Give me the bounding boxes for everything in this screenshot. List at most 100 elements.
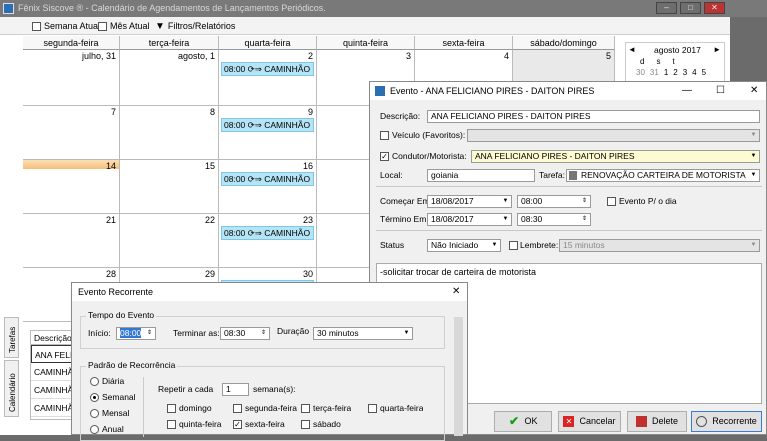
description-input[interactable]: ANA FELICIANO PIRES - DAITON PIRES xyxy=(427,110,760,123)
day-checkbox[interactable]: ✓ xyxy=(233,420,242,429)
appointment[interactable]: 08:00 ⟳⇒ CAMINHÃO xyxy=(221,226,314,240)
pattern-radio[interactable] xyxy=(90,425,99,434)
status-value: Não Iniciado xyxy=(431,240,479,250)
driver-checkbox[interactable]: ✓ xyxy=(380,152,389,161)
end-date-input[interactable]: 18/08/2017 ▼ xyxy=(427,213,512,226)
mini-day[interactable]: 30 xyxy=(636,68,645,77)
ok-button[interactable]: ✔ OK xyxy=(494,411,552,432)
start-time-input[interactable]: 08:00 ⇕ xyxy=(116,327,156,340)
allday-checkbox[interactable] xyxy=(607,197,616,206)
scrollbar[interactable] xyxy=(454,317,463,436)
app-icon xyxy=(375,86,385,96)
mini-day[interactable]: 3 xyxy=(683,68,687,77)
day-number: 30 xyxy=(302,269,313,279)
day-checkbox[interactable] xyxy=(368,404,377,413)
appointment[interactable]: 08:00 ⟳⇒ CAMINHÃO xyxy=(221,62,314,76)
end-time-input[interactable]: 08:30 ⇕ xyxy=(220,327,270,340)
mini-week-row: 30 31 1 2 3 4 5 xyxy=(636,68,706,77)
weeks-label: semana(s): xyxy=(253,384,296,394)
minimize-icon[interactable]: — xyxy=(682,82,692,100)
calendar-day-cell[interactable]: agosto, 1 xyxy=(120,50,219,106)
close-icon[interactable]: ✕ xyxy=(750,82,758,100)
task-select[interactable]: RENOVAÇÃO CARTEIRA DE MOTORISTA ▼ xyxy=(566,169,760,182)
pattern-radio[interactable] xyxy=(90,377,99,386)
mini-next[interactable]: ► xyxy=(713,45,721,54)
start-date-input[interactable]: 18/08/2017 ▼ xyxy=(427,195,512,208)
reminder-checkbox[interactable] xyxy=(509,241,518,250)
mini-day-letter: t xyxy=(672,57,675,66)
maximize-icon[interactable]: ☐ xyxy=(716,82,725,100)
calendar-day-cell[interactable]: 9 08:00 ⟳⇒ CAMINHÃO xyxy=(219,106,317,160)
end-time-input[interactable]: 08:30 ⇕ xyxy=(517,213,591,226)
pattern-group-label: Padrão de Recorrência xyxy=(86,360,178,370)
calendar-day-cell[interactable]: 14 xyxy=(23,160,120,214)
delete-button[interactable]: Delete xyxy=(627,411,687,432)
spinner-icon: ⇕ xyxy=(581,198,588,204)
calendar-day-cell[interactable]: 21 xyxy=(23,214,120,268)
task-label: Tarefa: xyxy=(539,170,565,180)
mini-day[interactable]: 2 xyxy=(673,68,677,77)
close-icon[interactable]: ✕ xyxy=(452,283,460,301)
location-input[interactable]: goiania xyxy=(427,169,535,182)
pattern-group: Padrão de Recorrência Diária Semanal Mensa… xyxy=(80,360,445,441)
repeat-input[interactable]: 1 xyxy=(222,383,249,396)
tab-tasks[interactable]: Tarefas xyxy=(4,317,19,358)
status-select[interactable]: Não Iniciado ▼ xyxy=(427,239,501,252)
chevron-down-icon: ▼ xyxy=(502,198,509,204)
mini-day[interactable]: 4 xyxy=(692,68,696,77)
calendar-day-cell[interactable]: 23 08:00 ⟳⇒ CAMINHÃO xyxy=(219,214,317,268)
calendar-day-cell[interactable]: 15 xyxy=(120,160,219,214)
calendar-day-cell[interactable]: 22 xyxy=(120,214,219,268)
calendar-day-cell[interactable]: 2 08:00 ⟳⇒ CAMINHÃO xyxy=(219,50,317,106)
mini-calendar-title: agosto 2017 xyxy=(654,45,701,55)
tab-calendar[interactable]: Calendário xyxy=(4,360,19,417)
current-month-button[interactable]: Mês Atual xyxy=(98,20,150,33)
list-item[interactable]: CAMINHÃO xyxy=(31,381,73,399)
calendar-day-cell[interactable]: 16 08:00 ⟳⇒ CAMINHÃO xyxy=(219,160,317,214)
day-number: 3 xyxy=(405,51,411,61)
minimize-button[interactable]: – xyxy=(656,2,677,14)
start-time-input[interactable]: 08:00 ⇕ xyxy=(517,195,591,208)
list-item[interactable]: CAMINHÃO xyxy=(31,399,73,417)
day-checkbox[interactable] xyxy=(167,404,176,413)
day-checkbox[interactable] xyxy=(233,404,242,413)
reminder-select[interactable]: 15 minutos ▼ xyxy=(559,239,760,252)
chevron-down-icon: ▼ xyxy=(502,216,509,222)
day-header: terça-feira xyxy=(120,36,219,50)
recurring-button[interactable]: Recorrente xyxy=(691,411,762,432)
start-label: Início: xyxy=(88,328,111,338)
filters-label: Filtros/Relatórios xyxy=(167,21,236,31)
day-checkbox[interactable] xyxy=(167,420,176,429)
pattern-radio[interactable] xyxy=(90,409,99,418)
appointment-time: 08:00 xyxy=(224,64,246,74)
duration-select[interactable]: 30 minutos ▼ xyxy=(313,327,413,340)
day-checkbox[interactable] xyxy=(301,404,310,413)
side-list-header: Descrição xyxy=(31,331,73,345)
day-number: 15 xyxy=(204,161,215,171)
current-week-button[interactable]: Semana Atual xyxy=(32,20,100,33)
day-number: 5 xyxy=(605,51,611,61)
mini-day[interactable]: 1 xyxy=(664,68,668,77)
tab-calendar-label: Calendário xyxy=(8,373,17,412)
calendar-day-cell[interactable]: 7 xyxy=(23,106,120,160)
mini-prev[interactable]: ◄ xyxy=(628,45,636,54)
close-button[interactable]: ✕ xyxy=(704,2,725,14)
pattern-radio[interactable] xyxy=(90,393,99,402)
today-bar xyxy=(23,160,119,169)
vehicle-checkbox[interactable] xyxy=(380,131,389,140)
mini-day[interactable]: 5 xyxy=(702,68,706,77)
driver-select[interactable]: ANA FELICIANO PIRES - DAITON PIRES ▼ xyxy=(471,150,760,163)
list-item[interactable]: CAMINHÃO xyxy=(31,363,73,381)
calendar-day-cell[interactable]: 8 xyxy=(120,106,219,160)
day-number: 21 xyxy=(105,215,116,225)
mini-day[interactable]: 31 xyxy=(650,68,659,77)
maximize-button[interactable]: □ xyxy=(680,2,701,14)
filters-button[interactable]: ▼ Filtros/Relatórios xyxy=(155,20,235,33)
cancel-button[interactable]: ✕ Cancelar xyxy=(558,411,621,432)
appointment[interactable]: 08:00 ⟳⇒ CAMINHÃO xyxy=(221,172,314,186)
day-checkbox[interactable] xyxy=(301,420,310,429)
list-item[interactable]: ANA FELICI xyxy=(31,345,73,363)
calendar-day-cell[interactable]: julho, 31 xyxy=(23,50,120,106)
vehicle-select[interactable]: ▼ xyxy=(467,129,760,142)
appointment[interactable]: 08:00 ⟳⇒ CAMINHÃO xyxy=(221,118,314,132)
